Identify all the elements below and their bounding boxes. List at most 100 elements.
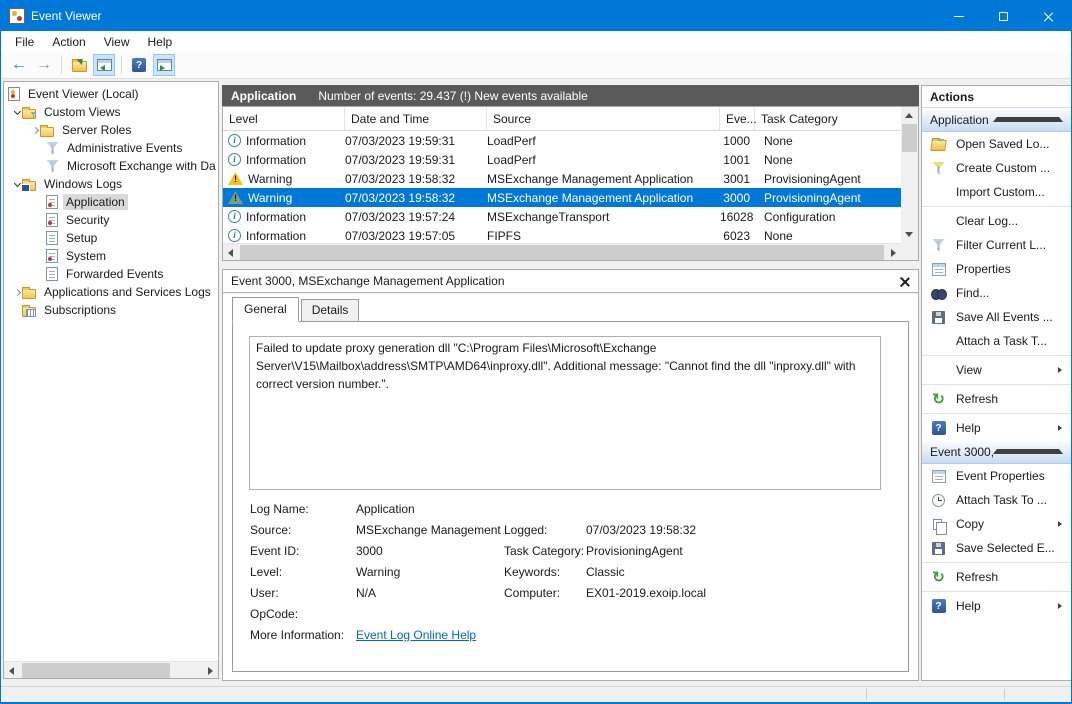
event-task-category: ProvisioningAgent [755,191,901,205]
tree-label: Event Viewer (Local) [25,86,142,102]
expander-collapsed-icon[interactable] [30,128,40,133]
list-vertical-scrollbar[interactable] [901,107,918,243]
copy-icon [933,519,942,530]
action-copy[interactable]: Copy [922,512,1071,536]
tree-item-forwarded-events[interactable]: Forwarded Events [4,265,218,283]
action-save-selected-events[interactable]: Save Selected E... [922,536,1071,560]
event-row[interactable]: Warning 07/03/2023 19:58:32 MSExchange M… [223,169,901,188]
tree-item-server-roles[interactable]: Server Roles [4,121,218,139]
close-preview-icon[interactable] [899,276,910,287]
scroll-right-icon[interactable] [891,249,896,257]
menu-action[interactable]: Action [43,35,94,49]
tree-horizontal-scrollbar[interactable] [4,661,218,678]
tree-item-subscriptions[interactable]: Subscriptions [4,301,218,319]
event-row-selected[interactable]: Warning 07/03/2023 19:58:32 MSExchange M… [223,188,901,207]
minimize-button[interactable] [936,1,981,31]
group-header-label: Application [930,113,993,127]
action-find[interactable]: Find... [922,281,1071,305]
actions-group-application-header[interactable]: Application [922,108,1071,132]
tree-item-security[interactable]: Security [4,211,218,229]
action-attach-task-to-log[interactable]: Attach a Task T... [922,329,1071,353]
tree-item-setup[interactable]: Setup [4,229,218,247]
action-open-saved-log[interactable]: Open Saved Lo... [922,132,1071,156]
event-viewer-window: Event Viewer File Action View Help ← → E… [0,0,1072,704]
event-row[interactable]: Information 07/03/2023 19:57:05 FIPFS 60… [223,226,901,243]
tree-item-applications-services-logs[interactable]: Applications and Services Logs [4,283,218,301]
event-log-online-help-link[interactable]: Event Log Online Help [356,628,706,642]
tree-label: Windows Logs [41,176,125,192]
action-attach-task-to-event[interactable]: Attach Task To ... [922,488,1071,512]
tree-item-windows-logs[interactable]: Windows Logs [4,175,218,193]
help-button[interactable] [128,54,150,76]
menu-bar: File Action View Help [2,31,1070,52]
tree-label: Server Roles [59,122,134,138]
computer-label: Computer: [504,586,586,600]
expander-collapsed-icon[interactable] [12,290,22,295]
actions-title: Actions [922,86,1071,108]
action-refresh[interactable]: Refresh [922,387,1071,411]
action-clear-log[interactable]: Clear Log... [922,209,1071,233]
list-horizontal-scrollbar[interactable] [223,243,901,260]
tree-item-application[interactable]: Application [4,193,218,211]
menu-help[interactable]: Help [139,35,182,49]
scrollbar-thumb[interactable] [902,124,917,152]
event-description[interactable]: Failed to update proxy generation dll "C… [249,336,881,490]
menu-file[interactable]: File [6,35,43,49]
scroll-left-icon[interactable] [9,667,14,675]
scroll-down-icon[interactable] [905,232,913,237]
event-source: MSExchange Management Application [487,172,720,186]
tree-item-system[interactable]: System [4,247,218,265]
logged-label: Logged: [504,523,586,537]
tree-item-custom-views[interactable]: Custom Views [4,103,218,121]
scroll-right-icon[interactable] [208,667,213,675]
show-action-pane-button[interactable] [153,54,175,76]
tab-general[interactable]: General [232,297,299,322]
menu-view[interactable]: View [95,35,139,49]
action-properties[interactable]: Properties [922,257,1071,281]
event-row[interactable]: Information 07/03/2023 19:57:24 MSExchan… [223,207,901,226]
source-value: MSExchange Management A [356,523,504,537]
log-name-label: Log Name: [250,502,356,516]
column-source[interactable]: Source [487,107,720,130]
tree-item-microsoft-exchange[interactable]: Microsoft Exchange with Da [4,157,218,175]
event-row[interactable]: Information 07/03/2023 19:59:31 LoadPerf… [223,150,901,169]
tab-details[interactable]: Details [301,299,360,322]
minimize-icon [954,16,964,17]
action-create-custom-view[interactable]: Create Custom ... [922,156,1071,180]
tree-item-administrative-events[interactable]: Administrative Events [4,139,218,157]
more-information-label: More Information: [250,628,356,642]
forward-button[interactable]: → [33,54,55,76]
expander-expanded-icon[interactable] [12,111,22,114]
column-date-time[interactable]: Date and Time [345,107,487,130]
column-task-category[interactable]: Task Category [755,107,901,130]
action-import-custom-view[interactable]: Import Custom... [922,180,1071,204]
scroll-left-icon[interactable] [228,249,233,257]
action-help-event[interactable]: Help [922,594,1071,618]
scrollbar-thumb[interactable] [22,663,170,678]
event-row[interactable]: Information 07/03/2023 19:59:31 LoadPerf… [223,131,901,150]
scrollbar-thumb[interactable] [240,245,884,260]
subscriptions-folder-icon [22,307,36,317]
scroll-up-icon[interactable] [905,113,913,118]
action-filter-current-log[interactable]: Filter Current L... [922,233,1071,257]
column-event-id[interactable]: Eve... [720,107,755,130]
collapse-icon[interactable] [993,117,1064,122]
action-event-properties[interactable]: Event Properties [922,464,1071,488]
collapse-icon[interactable] [993,449,1064,454]
close-button[interactable] [1026,1,1071,31]
action-view[interactable]: View [922,358,1071,382]
export-log-button[interactable] [68,54,90,76]
tree-item-event-viewer-local[interactable]: Event Viewer (Local) [4,85,218,103]
action-help[interactable]: Help [922,416,1071,440]
event-date: 07/03/2023 19:59:31 [345,153,487,167]
actions-group-event-header[interactable]: Event 3000, MSExch... [922,440,1071,464]
action-refresh-event[interactable]: Refresh [922,565,1071,589]
log-name: Application [231,89,296,103]
title-bar: Event Viewer [1,1,1071,31]
column-level[interactable]: Level [223,107,345,130]
maximize-icon [999,12,1008,21]
back-button[interactable]: ← [8,54,30,76]
maximize-button[interactable] [981,1,1026,31]
show-console-tree-button[interactable] [93,54,115,76]
action-save-all-events[interactable]: Save All Events ... [922,305,1071,329]
